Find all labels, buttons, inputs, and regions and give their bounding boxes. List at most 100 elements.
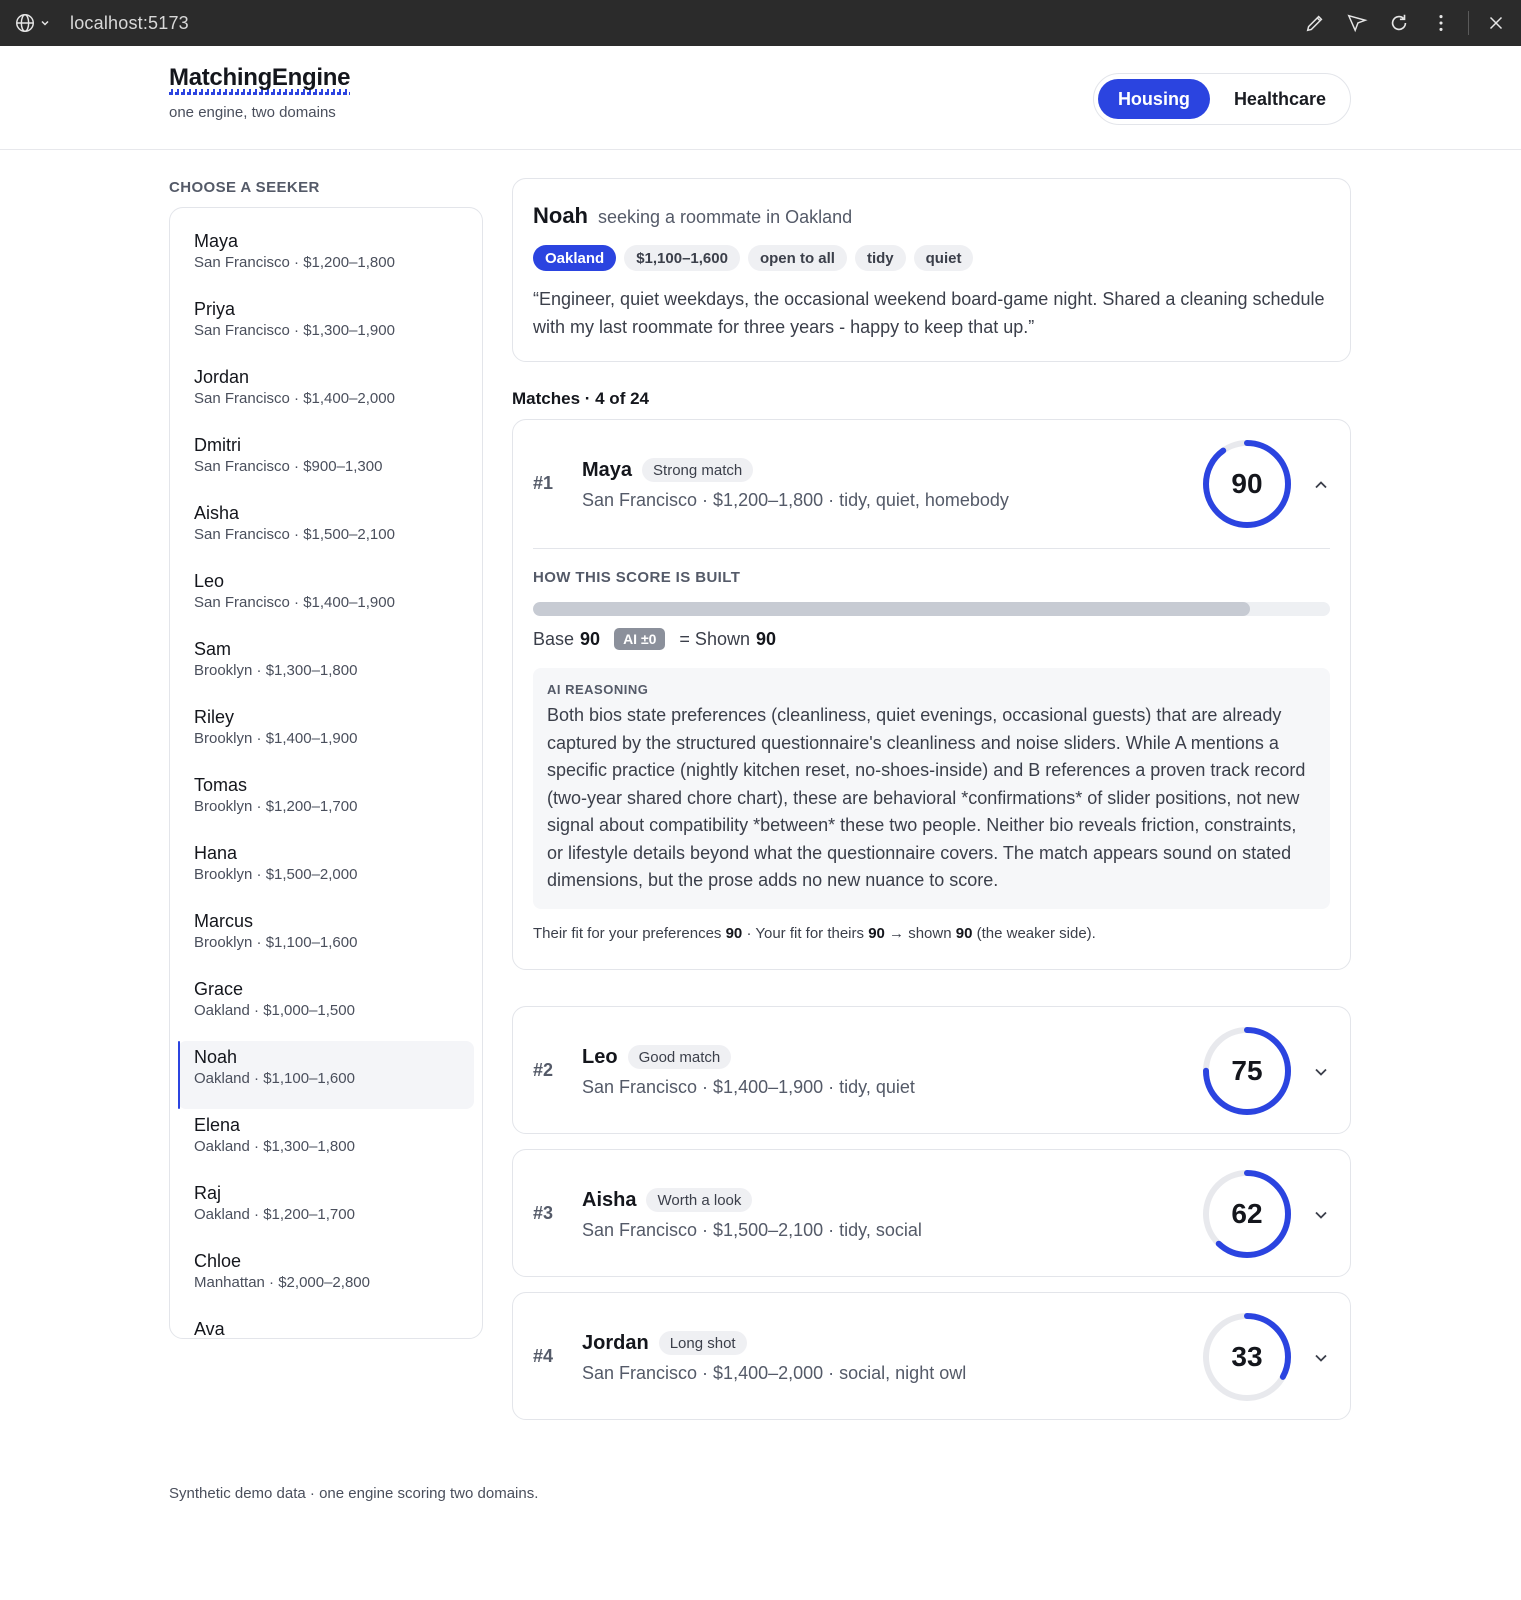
reload-icon[interactable] — [1388, 12, 1410, 34]
profile-tag: Oakland — [533, 245, 617, 271]
seeker-list[interactable]: Maya San Francisco · $1,200–1,800 Priya San… — [169, 207, 483, 1339]
seeker-meta: Oakland · $1,200–1,700 — [194, 1206, 355, 1223]
seeker-item[interactable]: Jordan San Francisco · $1,400–2,000 — [178, 361, 474, 429]
seeker-meta: San Francisco · $1,200–1,800 — [194, 254, 395, 271]
seeker-item[interactable]: Leo San Francisco · $1,400–1,900 — [178, 565, 474, 633]
match-card[interactable]: #3 Aisha Worth a look San Francisco · $1… — [512, 1149, 1351, 1277]
shown-label: = Shown — [679, 628, 750, 649]
seeker-item[interactable]: Chloe Manhattan · $2,000–2,800 — [178, 1245, 474, 1313]
score-breakdown: HOW THIS SCORE IS BUILT Base 90 AI ±0 = … — [533, 548, 1330, 942]
matches-heading: Matches · 4 of 24 — [512, 389, 649, 408]
match-card[interactable]: #4 Jordan Long shot San Francisco · $1,4… — [512, 1292, 1351, 1420]
score-value: 75 — [1231, 1055, 1263, 1086]
seeker-item[interactable]: Sam Brooklyn · $1,300–1,800 — [178, 633, 474, 701]
match-name: Leo — [582, 1045, 618, 1068]
match-card[interactable]: #2 Leo Good match San Francisco · $1,400… — [512, 1006, 1351, 1134]
seeker-name: Priya — [194, 299, 236, 319]
match-details: San Francisco · $1,400–1,900 · tidy, qui… — [582, 1077, 915, 1097]
close-icon[interactable] — [1485, 12, 1507, 34]
seeker-item[interactable]: Maya San Francisco · $1,200–1,800 — [178, 225, 474, 293]
score-ring: 62 — [1202, 1169, 1292, 1259]
seeker-meta: San Francisco · $1,300–1,900 — [194, 322, 395, 339]
fit-value: 90 — [955, 924, 973, 942]
fit-summary: Their fit for your preferences 90 · Your… — [533, 925, 1330, 942]
breakdown-label: HOW THIS SCORE IS BUILT — [533, 569, 741, 586]
profile-tags: Oakland $1,100–1,600 open to all tidy qu… — [533, 245, 1330, 271]
score-calculation: Base 90 AI ±0 = Shown 90 — [533, 628, 1330, 650]
address-bar[interactable]: localhost:5173 — [70, 13, 189, 34]
app-header: MatchingEngine one engine, two domains H… — [0, 46, 1521, 150]
seeker-meta: San Francisco · $1,500–2,100 — [194, 526, 395, 543]
toolbar-divider — [1468, 11, 1469, 35]
match-card-header[interactable]: #1 Maya Strong match San Francisco · $1,… — [513, 420, 1350, 548]
seeker-profile-card: Noah seeking a roommate in Oakland Oakla… — [512, 178, 1351, 362]
seeker-item[interactable]: Elena Oakland · $1,300–1,800 — [178, 1109, 474, 1177]
match-badge: Worth a look — [646, 1188, 753, 1212]
chevron-down-icon[interactable] — [1311, 1062, 1331, 1082]
score-value: 90 — [1231, 468, 1263, 499]
seeker-name: Hana — [194, 843, 238, 863]
score-value: 33 — [1231, 1341, 1263, 1372]
domain-toggle: Housing Healthcare — [1092, 73, 1351, 125]
score-ring: 90 — [1202, 439, 1292, 529]
seeker-meta: San Francisco · $900–1,300 — [194, 458, 383, 475]
match-name: Aisha — [582, 1188, 637, 1211]
ai-reasoning-box: AI REASONING Both bios state preferences… — [533, 668, 1330, 909]
seeker-item[interactable]: Grace Oakland · $1,000–1,500 — [178, 973, 474, 1041]
seeker-meta: Brooklyn · $1,500–2,000 — [194, 866, 358, 883]
seeker-item[interactable]: Noah Oakland · $1,100–1,600 — [178, 1041, 474, 1109]
seeker-name: Maya — [194, 231, 239, 251]
seeker-item[interactable]: Priya San Francisco · $1,300–1,900 — [178, 293, 474, 361]
pencil-icon[interactable] — [1304, 12, 1326, 34]
domain-tab-healthcare[interactable]: Healthcare — [1214, 79, 1346, 119]
fit-text: (the weaker side). — [976, 924, 1096, 942]
seeker-meta: San Francisco · $1,400–1,900 — [194, 594, 395, 611]
match-name: Maya — [582, 458, 633, 481]
fit-text: · Your fit for theirs — [746, 924, 865, 942]
profile-tag: $1,100–1,600 — [624, 245, 740, 271]
match-details: San Francisco · $1,500–2,100 · tidy, soc… — [582, 1220, 922, 1240]
domain-tab-housing[interactable]: Housing — [1097, 79, 1210, 119]
match-badge: Strong match — [642, 458, 754, 482]
seeker-item[interactable]: Ava — [178, 1313, 474, 1339]
seeker-item[interactable]: Aisha San Francisco · $1,500–2,100 — [178, 497, 474, 565]
seeker-name: Elena — [194, 1115, 241, 1135]
score-bar — [533, 602, 1330, 616]
chevron-down-icon[interactable] — [1311, 1348, 1331, 1368]
seeker-meta: Oakland · $1,100–1,600 — [194, 1070, 355, 1087]
chevron-down-icon[interactable] — [1311, 1205, 1331, 1225]
shown-value: 90 — [755, 628, 777, 649]
profile-tag: open to all — [747, 245, 847, 271]
ai-reasoning-label: AI REASONING — [547, 682, 649, 697]
seeker-item[interactable]: Riley Brooklyn · $1,400–1,900 — [178, 701, 474, 769]
match-details: San Francisco · $1,400–2,000 · social, n… — [582, 1363, 967, 1383]
seeker-name: Ava — [194, 1319, 225, 1339]
seeker-meta: Brooklyn · $1,100–1,600 — [194, 934, 358, 951]
seeker-item[interactable]: Marcus Brooklyn · $1,100–1,600 — [178, 905, 474, 973]
base-value: 90 — [580, 628, 601, 649]
send-icon[interactable] — [1346, 12, 1368, 34]
seeker-name: Aisha — [194, 503, 240, 523]
seeker-name: Sam — [194, 639, 232, 659]
chevron-up-icon[interactable] — [1311, 475, 1331, 495]
profile-name: Noah — [533, 203, 588, 228]
profile-tag: tidy — [854, 245, 906, 271]
more-vertical-icon[interactable] — [1430, 12, 1452, 34]
seeker-meta: Oakland · $1,000–1,500 — [194, 1002, 355, 1019]
ai-reasoning-text: Both bios state preferences (cleanliness… — [547, 705, 1306, 890]
globe-icon — [14, 12, 36, 34]
seeker-name: Raj — [194, 1183, 222, 1203]
seeker-name: Noah — [194, 1047, 238, 1067]
app-title: MatchingEngine — [169, 64, 350, 95]
site-info-button[interactable] — [14, 12, 50, 34]
seeker-item[interactable]: Dmitri San Francisco · $900–1,300 — [178, 429, 474, 497]
seeker-name: Grace — [194, 979, 244, 999]
score-bar-fill — [533, 602, 1251, 616]
seeker-item[interactable]: Hana Brooklyn · $1,500–2,000 — [178, 837, 474, 905]
score-value: 62 — [1231, 1198, 1263, 1229]
score-ring: 33 — [1202, 1312, 1292, 1402]
match-card: #1 Maya Strong match San Francisco · $1,… — [512, 419, 1351, 970]
seeker-item[interactable]: Raj Oakland · $1,200–1,700 — [178, 1177, 474, 1245]
brand: MatchingEngine one engine, two domains — [169, 64, 350, 121]
seeker-item[interactable]: Tomas Brooklyn · $1,200–1,700 — [178, 769, 474, 837]
